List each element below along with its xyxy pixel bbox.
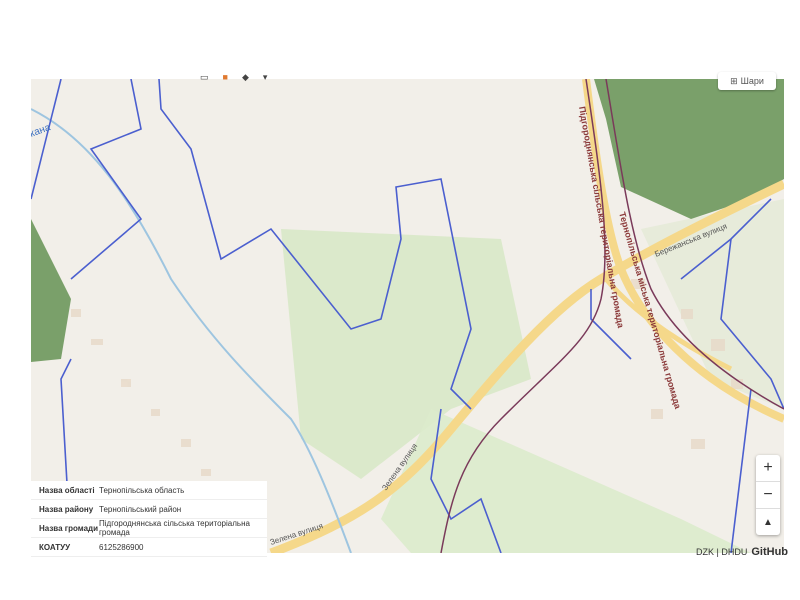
info-key: Назва області: [39, 485, 95, 495]
zoom-out-button[interactable]: −: [756, 482, 780, 509]
info-value: Підгороднянська сільська територіальна г…: [99, 519, 250, 537]
info-panel: Назва області Тернопільська область Назв…: [31, 481, 267, 557]
layers-icon: ⊞: [730, 75, 738, 86]
north-arrow-button[interactable]: ▲: [756, 509, 780, 535]
github-link[interactable]: GitHub: [751, 546, 788, 558]
info-row: КОАТУУ 6125286900: [31, 538, 267, 557]
info-row: Назва області Тернопільська область: [31, 481, 267, 500]
toolbar-icon[interactable]: ◆: [242, 72, 249, 82]
info-row: Назва громади Підгороднянська сільська т…: [31, 519, 267, 538]
layers-button[interactable]: ⊞ Шари: [718, 72, 776, 90]
info-value: Тернопільська область: [99, 485, 185, 495]
attribution-text[interactable]: DZK | DHDU: [696, 547, 747, 557]
forest-area: [31, 219, 71, 362]
info-key: Назва району: [39, 504, 94, 514]
info-row: Назва району Тернопільський район: [31, 500, 267, 519]
toolbar-icon[interactable]: ▾: [263, 72, 268, 82]
map-attribution: DZK | DHDU GitHub: [696, 546, 788, 558]
field-area: [381, 409, 751, 553]
info-value: 6125286900: [99, 542, 144, 552]
map-toolbar: ▭ ■ ◆ ▾: [200, 72, 267, 82]
info-key: КОАТУУ: [39, 542, 71, 552]
zoom-in-button[interactable]: +: [756, 455, 780, 482]
info-value: Тернопільський район: [99, 504, 182, 514]
layers-button-label: Шари: [740, 76, 764, 86]
toolbar-icon[interactable]: ■: [223, 72, 228, 82]
info-key: Назва громади: [39, 523, 99, 533]
zoom-control: + − ▲: [756, 455, 780, 535]
toolbar-icon[interactable]: ▭: [200, 72, 209, 82]
